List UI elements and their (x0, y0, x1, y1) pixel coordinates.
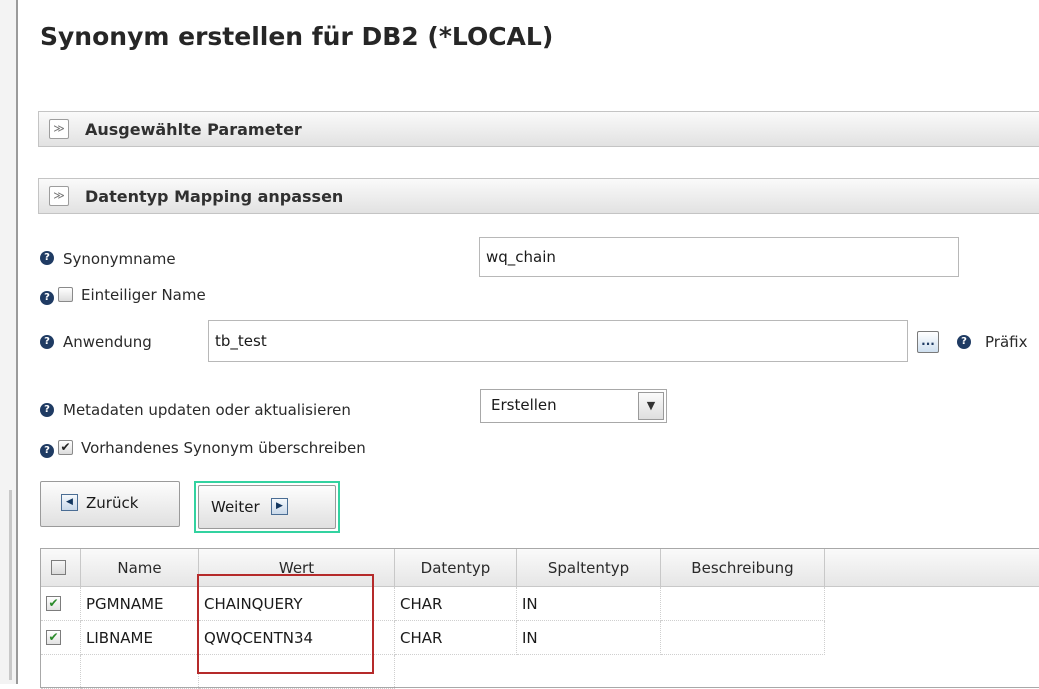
table-cell-spaltentyp: IN (517, 621, 661, 655)
column-header-name[interactable]: Name (81, 549, 199, 587)
help-icon[interactable]: ? (40, 444, 54, 458)
back-button-label: Zurück (86, 494, 139, 512)
column-header-beschreibung[interactable]: Beschreibung (661, 549, 825, 587)
help-icon[interactable]: ? (40, 251, 54, 265)
einteiliger-name-checkbox[interactable] (58, 287, 73, 302)
table-row-checkbox-cell: ✔ (41, 621, 81, 655)
column-header-wert[interactable]: Wert (199, 549, 395, 587)
select-value: Erstellen (491, 396, 557, 414)
metadaten-label: Metadaten updaten oder aktualisieren (63, 401, 351, 419)
back-button[interactable]: ◀ Zurück (40, 481, 180, 527)
arrow-left-icon: ◀ (61, 494, 78, 511)
overwrite-checkbox[interactable]: ✔ (58, 440, 73, 455)
help-icon[interactable]: ? (40, 291, 54, 305)
browse-button[interactable]: ... (917, 331, 939, 353)
select-all-header[interactable] (41, 549, 81, 587)
table-cell-datentyp: CHAR (395, 587, 517, 621)
table-cell-name: PGMNAME (81, 587, 199, 621)
expand-chevrons-icon[interactable]: ≫ (49, 186, 69, 206)
expand-chevrons-icon[interactable]: ≫ (49, 119, 69, 139)
row-checkbox[interactable]: ✔ (46, 596, 61, 611)
table-cell-wert[interactable]: CHAINQUERY (199, 587, 395, 621)
help-icon[interactable]: ? (40, 403, 54, 417)
column-header-filler (825, 549, 1039, 587)
praefix-label: Präfix (985, 333, 1028, 351)
einteiliger-name-label: Einteiliger Name (81, 286, 206, 304)
help-icon[interactable]: ? (957, 335, 971, 349)
help-icon[interactable]: ? (40, 335, 54, 349)
next-button-label: Weiter (211, 498, 260, 516)
panel-title: Ausgewählte Parameter (85, 120, 302, 139)
arrow-right-icon: ▶ (271, 498, 288, 515)
page-title: Synonym erstellen für DB2 (*LOCAL) (40, 22, 554, 51)
synonymname-label: Synonymname (63, 250, 176, 268)
table-cell-beschreibung[interactable] (661, 621, 825, 655)
chevron-down-icon[interactable]: ▼ (638, 392, 664, 420)
next-button[interactable]: Weiter ▶ (198, 485, 336, 529)
select-all-checkbox[interactable] (51, 560, 66, 575)
column-header-spaltentyp[interactable]: Spaltentyp (517, 549, 661, 587)
table-cell-spaltentyp: IN (517, 587, 661, 621)
panel-ausgewaehlte-parameter[interactable]: ≫ Ausgewählte Parameter (38, 111, 1039, 147)
table-row-checkbox-cell: ✔ (41, 587, 81, 621)
overwrite-label: Vorhandenes Synonym überschreiben (81, 439, 366, 457)
synonymname-input[interactable]: wq_chain (479, 237, 959, 277)
row-checkbox[interactable]: ✔ (46, 630, 61, 645)
panel-datentyp-mapping[interactable]: ≫ Datentyp Mapping anpassen (38, 178, 1039, 214)
metadaten-select[interactable]: Erstellen ▼ (480, 389, 667, 423)
table-cell-wert[interactable]: QWQCENTN34 (199, 621, 395, 655)
anwendung-input[interactable]: tb_test (208, 320, 908, 362)
table-cell-beschreibung[interactable] (661, 587, 825, 621)
table-cell-name: LIBNAME (81, 621, 199, 655)
parameter-table: Name Wert Datentyp Spaltentyp Beschreibu… (40, 548, 1039, 689)
resize-grip[interactable] (9, 490, 12, 680)
panel-title: Datentyp Mapping anpassen (85, 187, 344, 206)
table-cell-datentyp: CHAR (395, 621, 517, 655)
anwendung-label: Anwendung (63, 333, 152, 351)
column-header-datentyp[interactable]: Datentyp (395, 549, 517, 587)
